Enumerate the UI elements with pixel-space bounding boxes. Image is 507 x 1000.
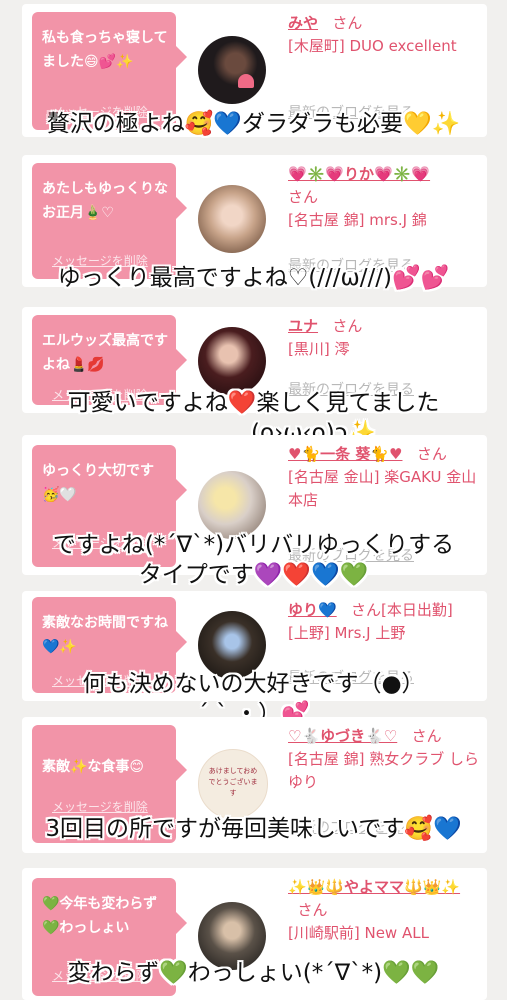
bubble-arrow (176, 759, 187, 781)
shop-name-link[interactable]: [名古屋 錦] mrs.J 錦 (288, 211, 427, 229)
overlay-caption: ゆっくり最高ですよね♡(///ω///)💕💕 (0, 263, 507, 293)
bubble-arrow (176, 349, 187, 371)
cast-info: ゆり💙 さん[本日出勤] [上野] Mrs.J 上野 (288, 599, 481, 645)
cast-name-link[interactable]: ♡🐇ゆづき🐇♡ (288, 727, 397, 745)
message-text: ゆっくり大切です🥳🤍 (42, 463, 154, 503)
cast-info: ユナ さん [黒川] 澪 (288, 315, 481, 361)
caption-line: ゆっくり最高ですよね♡(///ω///)💕💕 (57, 265, 450, 291)
message-text: 素敵✨な食事😊 (42, 759, 145, 775)
cast-info: ✨👑🔱やよママ🔱👑✨ さん [川崎駅前] New ALL (288, 876, 481, 945)
caption-line: ですよね(*´∇`*)バリバリゆっくりする (52, 532, 455, 558)
message-text: 素敵なお時間ですね💙✨ (42, 615, 168, 655)
shop-name-link[interactable]: [黒川] 澪 (288, 340, 349, 358)
shop-name-link[interactable]: [木屋町] DUO excellent (288, 37, 457, 55)
shop-name-link[interactable]: [名古屋 錦] 熟女クラブ しらゆり (288, 750, 479, 791)
overlay-caption: ですよね(*´∇`*)バリバリゆっくりする タイプです💜❤️💙💚 (0, 530, 507, 590)
shop-name-link[interactable]: [上野] Mrs.J 上野 (288, 624, 405, 642)
bubble-arrow (176, 197, 187, 219)
bubble-arrow (176, 479, 187, 501)
shop-name-link[interactable]: [名古屋 金山] 楽GAKU 金山本店 (288, 468, 476, 509)
cast-name-link[interactable]: ✨👑🔱やよママ🔱👑✨ (288, 878, 460, 896)
overlay-caption: 変わらず💚わっしょい(*´∇`*)💚💚 (0, 958, 507, 988)
honorific: さん (297, 901, 328, 919)
cast-name-link[interactable]: ♥🐈一条 葵🐈♥ (288, 445, 402, 463)
bubble-arrow (176, 46, 187, 68)
cast-name-link[interactable]: みや (288, 14, 318, 32)
message-bubble: あたしもゆっくりなお正月🎍♡ メッセージを削除 (32, 163, 187, 279)
cast-info: ♡🐇ゆづき🐇♡ さん [名古屋 錦] 熟女クラブ しらゆり (288, 725, 481, 794)
message-text: 私も食っちゃ寝してました😄💕✨ (42, 30, 168, 70)
cast-info: みや さん [木屋町] DUO excellent (288, 12, 481, 58)
caption-line: 変わらず💚わっしょい(*´∇`*)💚💚 (67, 960, 440, 986)
overlay-caption: 3回目の所ですが毎回美味しいです🥰💙 (0, 814, 507, 844)
caption-line: 3回目の所ですが毎回美味しいです🥰💙 (45, 816, 462, 842)
caption-line: 可愛いですよね❤️楽しく見てました (67, 390, 440, 416)
honorific: さん (332, 317, 363, 335)
message-text: エルウッズ最高ですよね💄💋 (42, 333, 168, 373)
cast-info: ♥🐈一条 葵🐈♥ さん [名古屋 金山] 楽GAKU 金山本店 (288, 443, 481, 512)
avatar[interactable] (198, 471, 266, 539)
avatar[interactable] (198, 36, 266, 104)
overlay-caption: 贅沢の極よね🥰💙ダラダラも必要💛✨ (0, 109, 507, 139)
heart-sticker-icon (238, 74, 254, 88)
bubble-arrow (176, 912, 187, 934)
avatar[interactable] (198, 327, 266, 395)
cast-name-link[interactable]: 💗✳️💗りか💗✳️💗 (288, 165, 430, 183)
greeting-card-text: あけましておめでとうございます (208, 767, 258, 797)
honorific: さん (411, 727, 442, 745)
message-text: あたしもゆっくりなお正月🎍♡ (42, 181, 168, 221)
shop-name-link[interactable]: [川崎駅前] New ALL (288, 924, 429, 942)
honorific: さん (288, 188, 319, 206)
honorific: さん (332, 14, 363, 32)
avatar[interactable]: あけましておめでとうございます (198, 749, 268, 819)
honorific: さん (416, 445, 447, 463)
cast-info: 💗✳️💗りか💗✳️💗 さん [名古屋 錦] mrs.J 錦 (288, 163, 481, 232)
honorific: さん[本日出勤] (351, 601, 453, 619)
caption-line: タイプです💜❤️💙💚 (138, 562, 369, 588)
caption-line: 贅沢の極よね🥰💙ダラダラも必要💛✨ (46, 111, 461, 137)
cast-name-link[interactable]: ゆり💙 (288, 601, 337, 619)
avatar[interactable] (198, 185, 266, 253)
caption-line: 何も決めないの大好きです（●） (82, 671, 425, 697)
bubble-arrow (176, 631, 187, 653)
cast-name-link[interactable]: ユナ (288, 317, 318, 335)
message-text: 💚今年も変わらず💚わっしょい (42, 896, 158, 936)
